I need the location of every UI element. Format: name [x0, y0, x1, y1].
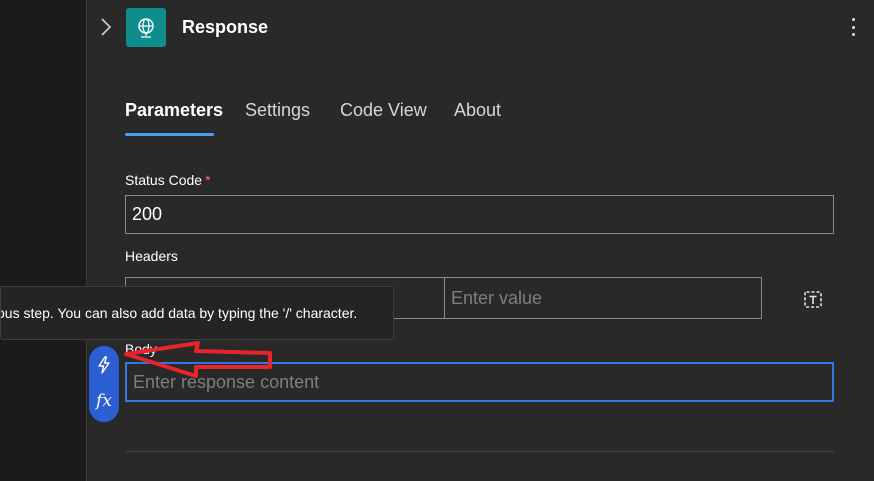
- page-title: Response: [182, 17, 269, 37]
- active-tab-indicator: [125, 133, 214, 136]
- header-value-input[interactable]: [444, 277, 762, 319]
- token-picker: fx: [89, 346, 119, 422]
- status-code-label: Status Code *: [125, 172, 211, 188]
- tab-settings[interactable]: Settings: [245, 100, 310, 121]
- headers-label: Headers: [125, 248, 178, 264]
- left-canvas: [0, 0, 86, 481]
- action-panel: [87, 0, 874, 481]
- required-marker: *: [205, 172, 211, 188]
- section-divider: [126, 451, 834, 452]
- more-options-icon[interactable]: [846, 15, 860, 39]
- expression-button[interactable]: fx: [89, 386, 119, 416]
- tooltip-text: ous step. You can also add data by typin…: [0, 305, 358, 321]
- chevron-right-icon[interactable]: [99, 16, 113, 38]
- tab-code-view[interactable]: Code View: [340, 100, 427, 121]
- globe-connector-icon: [126, 8, 166, 47]
- delete-row-icon[interactable]: [802, 288, 824, 310]
- lightning-icon[interactable]: [89, 350, 119, 380]
- status-code-label-text: Status Code: [125, 172, 203, 188]
- tab-parameters[interactable]: Parameters: [125, 100, 223, 121]
- tooltip: ous step. You can also add data by typin…: [0, 286, 394, 340]
- status-code-input[interactable]: [125, 195, 834, 234]
- body-input[interactable]: [125, 362, 834, 402]
- tab-about[interactable]: About: [454, 100, 501, 121]
- body-label: Body: [125, 341, 157, 357]
